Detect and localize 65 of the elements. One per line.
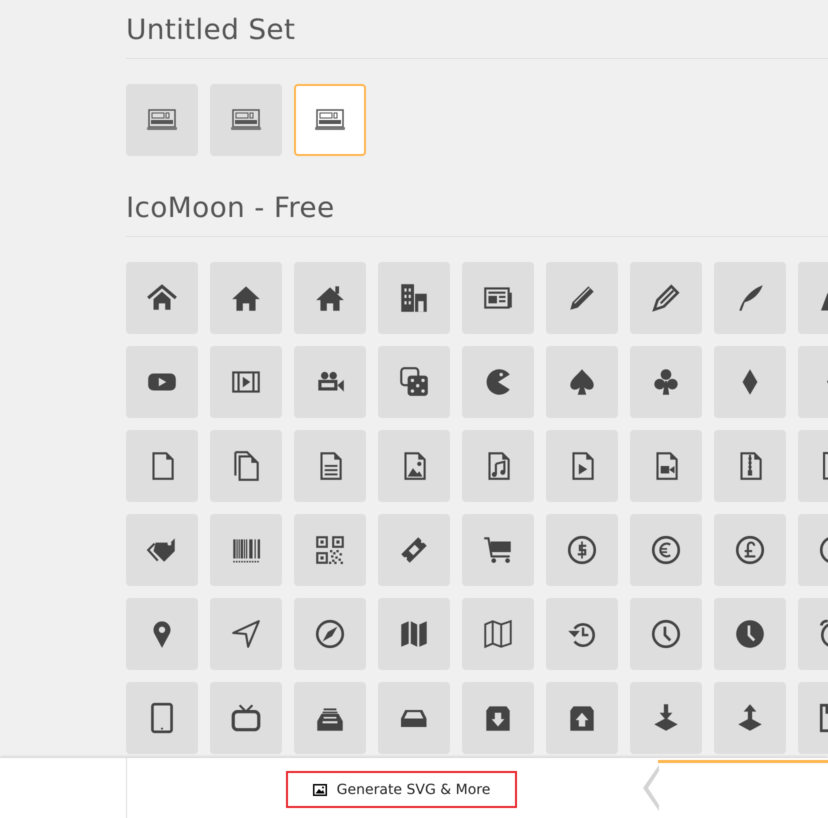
icon-tile[interactable] [462,262,534,334]
icon-tile[interactable] [126,682,198,754]
icon-tile[interactable] [378,430,450,502]
icon-tile[interactable] [294,514,366,586]
icon-tile[interactable] [378,514,450,586]
icon-tile[interactable] [126,430,198,502]
clock-icon [733,617,767,651]
icon-tile[interactable] [378,598,450,670]
icon-tile[interactable] [126,346,198,418]
navigation-arrow-icon [229,617,263,651]
set-title: IcoMoon - Free [126,190,334,226]
icon-tile[interactable] [714,598,786,670]
icon-tile[interactable] [546,346,618,418]
icon-tile[interactable] [294,84,366,156]
dice-icon [397,365,431,399]
icon-tile[interactable] [378,262,450,334]
icon-tile[interactable] [126,514,198,586]
image-icon [312,784,327,796]
icon-tile[interactable] [630,262,702,334]
generate-button[interactable]: Generate SVG & More [286,771,517,808]
icon-tile[interactable] [210,682,282,754]
icon-tile[interactable] [546,262,618,334]
tray-icon [401,710,427,726]
icon-tile[interactable] [210,84,282,156]
icon-tile[interactable] [294,346,366,418]
qr-code-icon [313,533,347,567]
icon-tile[interactable] [210,514,282,586]
icon-tile[interactable] [126,84,198,156]
icon-tile[interactable] [714,514,786,586]
icon-tile[interactable] [630,682,702,754]
icon-tile[interactable] [462,346,534,418]
clock-icon [649,617,683,651]
icon-tile[interactable] [714,682,786,754]
icon-tile[interactable] [294,598,366,670]
icon-tile[interactable] [630,598,702,670]
icon-tile[interactable] [210,346,282,418]
icon-tile[interactable] [378,346,450,418]
icon-tile[interactable] [210,598,282,670]
laptop-icon [314,108,346,132]
icon-tile[interactable] [546,430,618,502]
laptop-icon [230,108,262,132]
icon-tile[interactable] [294,262,366,334]
icon-tile[interactable] [462,514,534,586]
icon-tile[interactable] [714,430,786,502]
icon-tile[interactable] [630,346,702,418]
set-title: Untitled Set [126,12,296,48]
icon-tile[interactable] [630,514,702,586]
icon-tile[interactable] [546,682,618,754]
icon-tile[interactable] [378,682,450,754]
icon-tile[interactable] [714,262,786,334]
icon-tile[interactable] [462,682,534,754]
icon-tile[interactable] [126,262,198,334]
icon-tile[interactable] [294,430,366,502]
icon-tile[interactable] [630,430,702,502]
icon-tile[interactable] [462,598,534,670]
icon-tile[interactable] [210,262,282,334]
laptop-icon [146,108,178,132]
icon-tile[interactable] [714,346,786,418]
icon-tile[interactable] [546,514,618,586]
icon-tile[interactable] [126,598,198,670]
icon-tile[interactable] [462,430,534,502]
icon-tile[interactable] [210,430,282,502]
compass-icon [313,617,347,651]
icon-tile[interactable] [546,598,618,670]
icon-tile[interactable] [294,682,366,754]
